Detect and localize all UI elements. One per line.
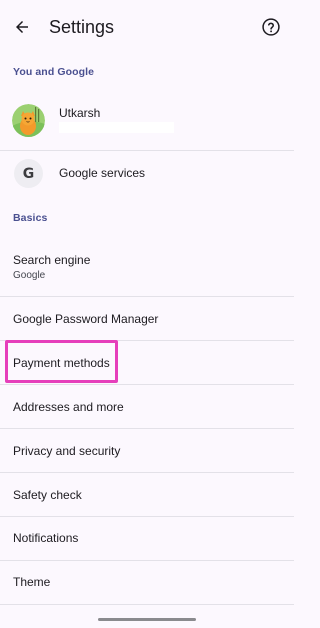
addresses-label: Addresses and more	[13, 400, 124, 414]
search-engine-label: Search engine	[13, 253, 91, 267]
google-services-row[interactable]: Google services	[0, 151, 294, 196]
app-bar: Settings	[0, 0, 294, 56]
google-g-icon: G	[14, 159, 43, 188]
privacy-label: Privacy and security	[13, 444, 121, 458]
search-engine-row[interactable]: Search engine Google	[0, 242, 294, 296]
highlight-box	[5, 340, 118, 383]
arrow-back-icon	[16, 21, 28, 33]
back-button[interactable]	[6, 13, 38, 41]
profile-name: Utkarsh	[59, 106, 101, 120]
redacted-email	[59, 122, 174, 133]
avatar[interactable]	[12, 104, 45, 137]
gesture-nav-handle[interactable]	[98, 618, 196, 621]
divider	[0, 604, 294, 605]
privacy-row[interactable]: Privacy and security	[0, 429, 294, 472]
help-circle-icon	[262, 18, 280, 36]
password-manager-label: Google Password Manager	[13, 312, 159, 326]
theme-row[interactable]: Theme	[0, 561, 294, 604]
password-manager-row[interactable]: Google Password Manager	[0, 297, 294, 340]
google-services-label: Google services	[59, 166, 146, 180]
search-engine-value: Google	[13, 270, 46, 281]
notifications-row[interactable]: Notifications	[0, 517, 294, 560]
notifications-label: Notifications	[13, 531, 79, 545]
safety-check-row[interactable]: Safety check	[0, 473, 294, 516]
section-header-basics: Basics	[13, 212, 48, 224]
page-title: Settings	[49, 17, 115, 37]
addresses-row[interactable]: Addresses and more	[0, 385, 294, 428]
theme-label: Theme	[13, 575, 51, 589]
section-header-you-and-google: You and Google	[13, 66, 95, 78]
avatar-cat-icon	[12, 104, 45, 137]
help-button[interactable]	[256, 12, 286, 42]
safety-check-label: Safety check	[13, 488, 82, 502]
google-g-letter: G	[22, 165, 35, 182]
